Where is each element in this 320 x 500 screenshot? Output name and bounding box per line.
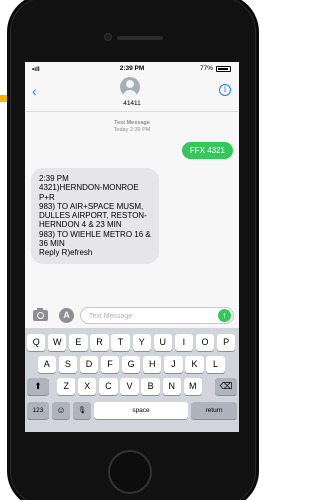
contact-avatar[interactable] (120, 77, 140, 97)
sent-message-bubble[interactable]: FFX 4321 (181, 142, 233, 159)
numbers-key[interactable]: 123 (27, 402, 49, 419)
key-f[interactable]: F (100, 356, 120, 373)
key-x[interactable]: X (78, 378, 97, 395)
key-h[interactable]: H (143, 356, 162, 373)
key-l[interactable]: L (206, 356, 225, 373)
app-store-icon[interactable]: A (59, 308, 74, 323)
status-bar: •ıll 2:39 PM 77% (25, 62, 239, 76)
battery-icon (216, 66, 231, 72)
key-a[interactable]: A (37, 356, 56, 373)
key-i[interactable]: I (174, 334, 194, 351)
received-message-bubble[interactable]: 2:39 PM 4321)HERNDON-MONROE P+R 983) TO … (31, 168, 159, 264)
message-input[interactable] (89, 311, 207, 321)
back-chevron-icon[interactable]: ‹ (32, 84, 37, 98)
key-m[interactable]: M (183, 378, 202, 395)
key-p[interactable]: P (216, 334, 236, 351)
key-k[interactable]: K (185, 356, 204, 373)
key-r[interactable]: R (90, 334, 109, 351)
camera-icon[interactable] (33, 308, 48, 321)
info-icon[interactable]: i (219, 84, 231, 96)
send-arrow-icon[interactable]: ↑ (218, 309, 231, 322)
key-o[interactable]: O (195, 334, 215, 351)
key-v[interactable]: V (120, 378, 139, 395)
key-s[interactable]: S (58, 356, 78, 373)
battery-percent: 77% (199, 65, 213, 72)
shift-key-icon[interactable]: ⬆ (27, 378, 49, 395)
home-button[interactable] (108, 450, 152, 494)
message-field[interactable]: ↑ (80, 307, 234, 324)
key-w[interactable]: W (48, 334, 67, 351)
message-type-label: Text Message (114, 120, 150, 126)
message-timestamp: Today 2:39 PM (113, 127, 151, 133)
keyboard: Q W E R T Y U I O P A S D F G H J K L ⬆ Z X C V B N M ⌫ 123 ☺ 🎙 space re… (25, 328, 239, 432)
microphone-key-icon[interactable]: 🎙 (73, 402, 91, 419)
key-g[interactable]: G (121, 356, 141, 373)
screen: •ıll 2:39 PM 77% ‹ 41411 i Text Message … (25, 62, 239, 432)
avatar-body (123, 90, 137, 97)
input-bar: A ↑ (25, 304, 239, 328)
key-n[interactable]: N (162, 378, 181, 395)
key-j[interactable]: J (164, 356, 183, 373)
contact-name[interactable]: 41411 (25, 100, 239, 107)
message-meta: Text Message Today 2:39 PM (25, 120, 239, 134)
avatar-head (126, 80, 134, 88)
key-z[interactable]: Z (57, 378, 76, 395)
key-b[interactable]: B (141, 378, 160, 395)
key-e[interactable]: E (69, 334, 88, 351)
key-d[interactable]: D (79, 356, 99, 373)
key-c[interactable]: C (99, 378, 118, 395)
key-u[interactable]: U (153, 334, 172, 351)
key-y[interactable]: Y (132, 334, 151, 351)
earpiece-speaker (117, 36, 163, 40)
return-key[interactable]: return (191, 402, 237, 419)
emoji-key-icon[interactable]: ☺ (52, 402, 70, 419)
stage: •ıll 2:39 PM 77% ‹ 41411 i Text Message … (0, 0, 260, 500)
conversation-header: ‹ 41411 i (25, 76, 239, 112)
key-q[interactable]: Q (27, 334, 46, 351)
key-t[interactable]: T (111, 334, 130, 351)
space-key[interactable]: space (94, 402, 188, 419)
delete-key-icon[interactable]: ⌫ (215, 378, 237, 395)
front-camera (104, 33, 112, 41)
